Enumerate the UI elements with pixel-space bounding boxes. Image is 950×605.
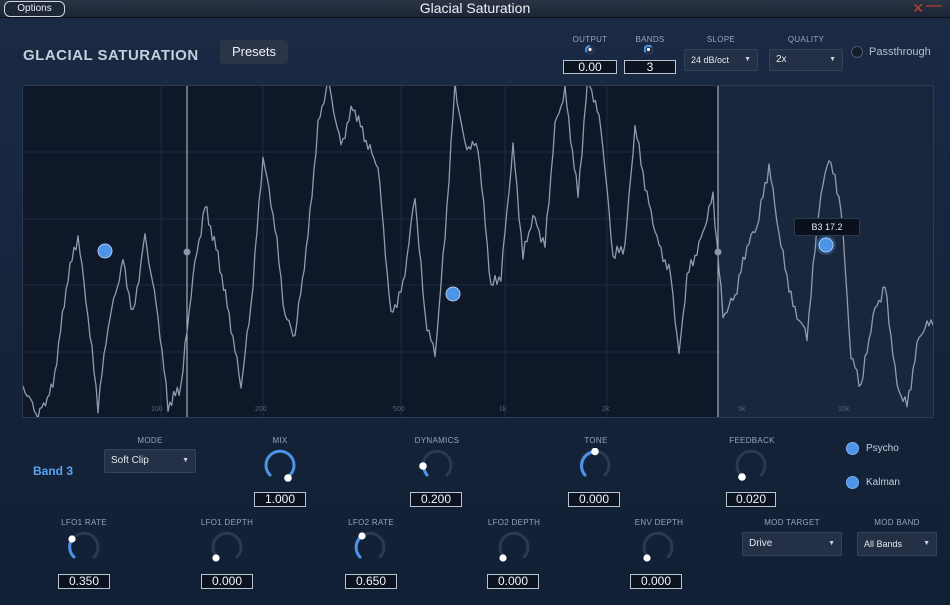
lfo2-depth-label: LFO2 DEPTH xyxy=(487,518,541,527)
bands-knob[interactable] xyxy=(644,45,654,55)
kalman-label: Kalman xyxy=(866,477,900,488)
chevron-down-icon: ▼ xyxy=(182,457,189,464)
dynamics-value[interactable]: 0.200 xyxy=(410,492,462,507)
close-icon[interactable]: ✕ xyxy=(912,1,924,16)
mod-target-value: Drive xyxy=(749,538,773,549)
chevron-down-icon: ▼ xyxy=(829,56,836,63)
chevron-down-icon: ▼ xyxy=(828,540,835,547)
mod-target-label: MOD TARGET xyxy=(764,518,820,527)
mod-target-dropdown[interactable]: Drive ▼ xyxy=(742,532,842,556)
lfo1-rate-label: LFO1 RATE xyxy=(61,518,107,527)
lfo2-rate-value[interactable]: 0.650 xyxy=(345,574,397,589)
env-depth-label: ENV DEPTH xyxy=(634,518,684,527)
feedback-label: FEEDBACK xyxy=(729,436,775,445)
slope-dropdown[interactable]: 24 dB/oct ▼ xyxy=(684,49,758,71)
freq-label-10k: 10k xyxy=(838,406,850,413)
freq-label-2k: 2k xyxy=(602,406,610,413)
bands-value[interactable]: 3 xyxy=(624,60,676,74)
tone-value[interactable]: 0.000 xyxy=(568,492,620,507)
lfo1-depth-knob[interactable] xyxy=(209,530,245,566)
env-depth-value[interactable]: 0.000 xyxy=(630,574,682,589)
mix-value[interactable]: 1.000 xyxy=(254,492,306,507)
chevron-down-icon: ▼ xyxy=(923,540,930,547)
feedback-knob[interactable] xyxy=(733,448,769,484)
mod-band-value: All Bands xyxy=(864,539,903,549)
freq-label-5k: 5k xyxy=(738,406,746,413)
lfo1-rate-knob[interactable] xyxy=(66,530,102,566)
band-tooltip: B3 17.2 xyxy=(794,218,860,236)
spectrum-svg xyxy=(23,86,933,417)
quality-dropdown[interactable]: 2x ▼ xyxy=(769,49,843,71)
split-handle-2[interactable] xyxy=(714,248,722,256)
mode-dropdown[interactable]: Soft Clip ▼ xyxy=(104,449,196,473)
band-1-node[interactable] xyxy=(97,243,113,259)
mode-label: MODE xyxy=(137,436,163,445)
slope-label: SLOPE xyxy=(706,35,736,44)
env-depth-knob[interactable] xyxy=(640,530,676,566)
psycho-toggle[interactable] xyxy=(846,442,859,455)
brand-title: GLACIAL SATURATION xyxy=(23,47,199,64)
psycho-label: Psycho xyxy=(866,443,899,454)
bands-label: BANDS xyxy=(635,35,665,44)
output-label: OUTPUT xyxy=(572,35,608,44)
passthrough-toggle[interactable] xyxy=(851,46,863,58)
lfo1-rate-value[interactable]: 0.350 xyxy=(58,574,110,589)
chevron-down-icon: ▼ xyxy=(744,56,751,63)
dynamics-label: DYNAMICS xyxy=(414,436,460,445)
band-3-node[interactable] xyxy=(818,237,834,253)
output-knob[interactable] xyxy=(585,45,595,55)
freq-label-200: 200 xyxy=(255,406,267,413)
freq-label-100: 100 xyxy=(151,406,163,413)
freq-label-500: 500 xyxy=(393,406,405,413)
lfo2-depth-knob[interactable] xyxy=(496,530,532,566)
split-handle-1[interactable] xyxy=(183,248,191,256)
quality-label: QUALITY xyxy=(787,35,825,44)
window-title: Glacial Saturation xyxy=(419,0,531,16)
dynamics-knob[interactable] xyxy=(419,448,455,484)
plugin-body: GLACIAL SATURATION Presets OUTPUT 0.00 B… xyxy=(0,18,950,605)
presets-button[interactable]: Presets xyxy=(220,40,288,64)
window-titlebar: Options Glacial Saturation ✕ — xyxy=(0,0,950,18)
lfo1-depth-value[interactable]: 0.000 xyxy=(201,574,253,589)
mod-band-label: MOD BAND xyxy=(874,518,920,527)
lfo1-depth-label: LFO1 DEPTH xyxy=(200,518,254,527)
quality-value: 2x xyxy=(776,54,787,65)
spectrum-graph[interactable]: 100 200 500 1k 2k 5k 10k B3 17.2 xyxy=(22,85,934,418)
lfo2-rate-label: LFO2 RATE xyxy=(348,518,394,527)
kalman-toggle[interactable] xyxy=(846,476,859,489)
minimize-icon[interactable]: — xyxy=(926,0,942,14)
slope-value: 24 dB/oct xyxy=(691,55,730,65)
lfo2-rate-knob[interactable] xyxy=(352,530,388,566)
lfo2-depth-value[interactable]: 0.000 xyxy=(487,574,539,589)
mix-label: MIX xyxy=(272,436,288,445)
mix-knob[interactable] xyxy=(262,448,298,484)
mode-value: Soft Clip xyxy=(111,455,149,466)
passthrough-label: Passthrough xyxy=(869,46,931,58)
band-2-node[interactable] xyxy=(445,286,461,302)
band-name: Band 3 xyxy=(33,464,74,478)
output-value[interactable]: 0.00 xyxy=(563,60,617,74)
freq-label-1k: 1k xyxy=(499,406,507,413)
feedback-value[interactable]: 0.020 xyxy=(726,492,776,507)
mod-band-dropdown[interactable]: All Bands ▼ xyxy=(857,532,937,556)
tone-label: TONE xyxy=(584,436,608,445)
tone-knob[interactable] xyxy=(577,448,613,484)
